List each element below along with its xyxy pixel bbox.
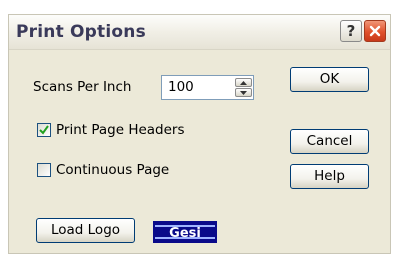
continuous-page-label[interactable]: Continuous Page [56,162,169,178]
scans-per-inch-value[interactable]: 100 [168,79,194,95]
close-icon [369,25,381,37]
ok-button[interactable]: OK [290,67,369,92]
checkmark-icon [39,125,49,135]
logo-text: Gesi [169,226,201,241]
title-help-button[interactable]: ? [340,20,362,42]
spin-down-button[interactable] [235,88,252,97]
spin-buttons [235,78,252,97]
close-button[interactable] [364,20,386,42]
question-icon: ? [346,22,356,40]
scans-per-inch-label: Scans Per Inch [33,79,132,95]
title-bar[interactable]: Print Options ? [9,15,390,50]
dialog-title: Print Options [16,22,146,42]
print-page-headers-label[interactable]: Print Page Headers [56,122,185,138]
cancel-button[interactable]: Cancel [290,129,369,154]
arrow-up-icon [240,81,247,85]
arrow-down-icon [240,91,247,95]
print-options-dialog: Print Options ? Scans Per Inch 100 Print… [8,14,391,254]
print-page-headers-checkbox[interactable] [37,123,51,137]
scans-per-inch-field[interactable]: 100 [161,75,254,100]
help-button[interactable]: Help [290,164,369,189]
continuous-page-checkbox[interactable] [37,163,51,177]
spin-up-button[interactable] [235,78,252,87]
load-logo-button[interactable]: Load Logo [36,218,135,243]
logo-mark: Gesi [153,221,217,243]
company-logo: Gesi [153,221,217,243]
